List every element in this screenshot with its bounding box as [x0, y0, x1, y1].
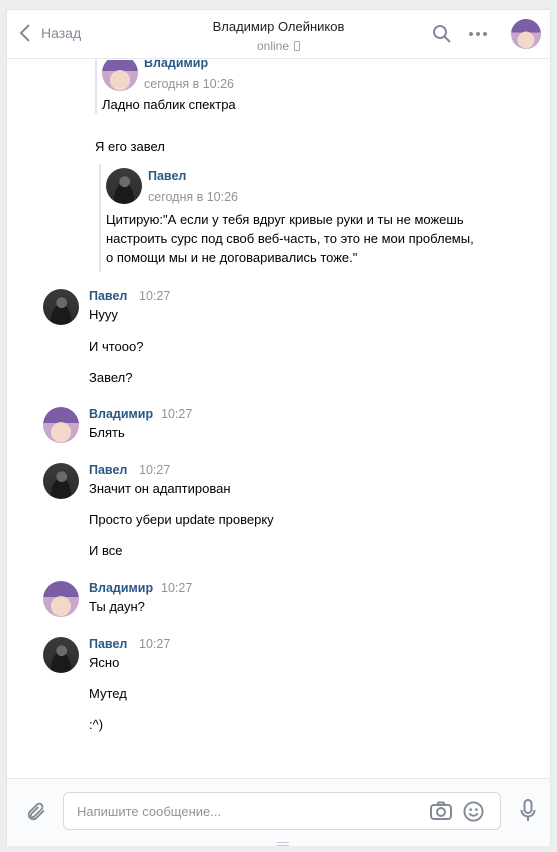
- chat-header: Назад Владимир Олейников online: [7, 10, 550, 59]
- camera-icon[interactable]: [430, 801, 452, 826]
- message-text: Я его завел: [95, 139, 165, 154]
- message-time[interactable]: 10:27: [161, 581, 192, 595]
- avatar[interactable]: [106, 168, 142, 204]
- conversation-title-block: Владимир Олейников online: [7, 19, 550, 55]
- forwarded-author[interactable]: Павел: [148, 169, 238, 183]
- message-text: Завел?: [89, 370, 133, 385]
- mobile-phone-icon: [294, 41, 301, 51]
- message-time[interactable]: 10:27: [139, 637, 170, 651]
- online-status-text: online: [256, 39, 290, 53]
- search-icon[interactable]: [432, 24, 452, 49]
- message-composer: Напишите сообщение...: [7, 778, 550, 846]
- message-time[interactable]: 10:27: [161, 407, 192, 421]
- more-horizontal-icon[interactable]: [469, 32, 487, 36]
- message-text: Просто убери update проверку: [89, 512, 274, 527]
- message-time[interactable]: 10:27: [139, 289, 170, 303]
- resize-handle[interactable]: [277, 842, 289, 846]
- message-text: Блять: [89, 425, 125, 440]
- chat-window: Назад Владимир Олейников online Владимир…: [6, 9, 551, 846]
- avatar[interactable]: [43, 637, 79, 673]
- smile-icon[interactable]: [463, 801, 484, 827]
- message-author[interactable]: Владимир: [89, 581, 153, 595]
- avatar[interactable]: [43, 407, 79, 443]
- paperclip-icon[interactable]: [25, 801, 47, 828]
- forwarded-text-line: Цитирую:"А если у тебя вдруг кривые руки…: [106, 212, 464, 227]
- online-status: online: [256, 39, 301, 53]
- message-text: :^): [89, 717, 104, 732]
- message-text: Ты даун?: [89, 599, 145, 614]
- message-text: Значит он адаптирован: [89, 481, 231, 496]
- message-author[interactable]: Павел: [89, 463, 127, 477]
- message-history[interactable]: Владимир сегодня в 10:26 Ладно паблик сп…: [7, 60, 550, 778]
- message-input-placeholder: Напишите сообщение...: [77, 804, 222, 819]
- avatar[interactable]: [43, 289, 79, 325]
- forwarded-text-line: настроить сурс под своб веб-часть, то эт…: [106, 231, 474, 246]
- message-text: Нууу: [89, 307, 118, 322]
- avatar[interactable]: [43, 581, 79, 617]
- message-author[interactable]: Владимир: [89, 407, 153, 421]
- message-author[interactable]: Павел: [89, 637, 127, 651]
- forwarded-author[interactable]: Владимир: [144, 60, 234, 70]
- forwarded-time: сегодня в 10:26: [144, 76, 234, 91]
- message-text: И все: [89, 543, 123, 558]
- forwarded-text: Цитирую:"А если у тебя вдруг кривые руки…: [106, 210, 474, 272]
- forwarded-message: Павел сегодня в 10:26 Цитирую:"А если у …: [99, 164, 474, 272]
- avatar[interactable]: [102, 60, 138, 91]
- message-author[interactable]: Павел: [89, 289, 127, 303]
- message-text: Мутед: [89, 686, 127, 701]
- avatar[interactable]: [43, 463, 79, 499]
- message-time[interactable]: 10:27: [139, 463, 170, 477]
- forwarded-text-line: о помощи мы и не договаривались тоже.": [106, 250, 358, 265]
- message-text: И чтооо?: [89, 339, 144, 354]
- message-input[interactable]: Напишите сообщение...: [63, 792, 501, 830]
- forwarded-message: Владимир сегодня в 10:26 Ладно паблик сп…: [95, 60, 236, 114]
- microphone-icon[interactable]: [520, 799, 536, 828]
- message-text: Ясно: [89, 655, 120, 670]
- forwarded-time: сегодня в 10:26: [148, 189, 238, 204]
- header-avatar[interactable]: [511, 19, 541, 49]
- forwarded-text: Ладно паблик спектра: [102, 97, 236, 112]
